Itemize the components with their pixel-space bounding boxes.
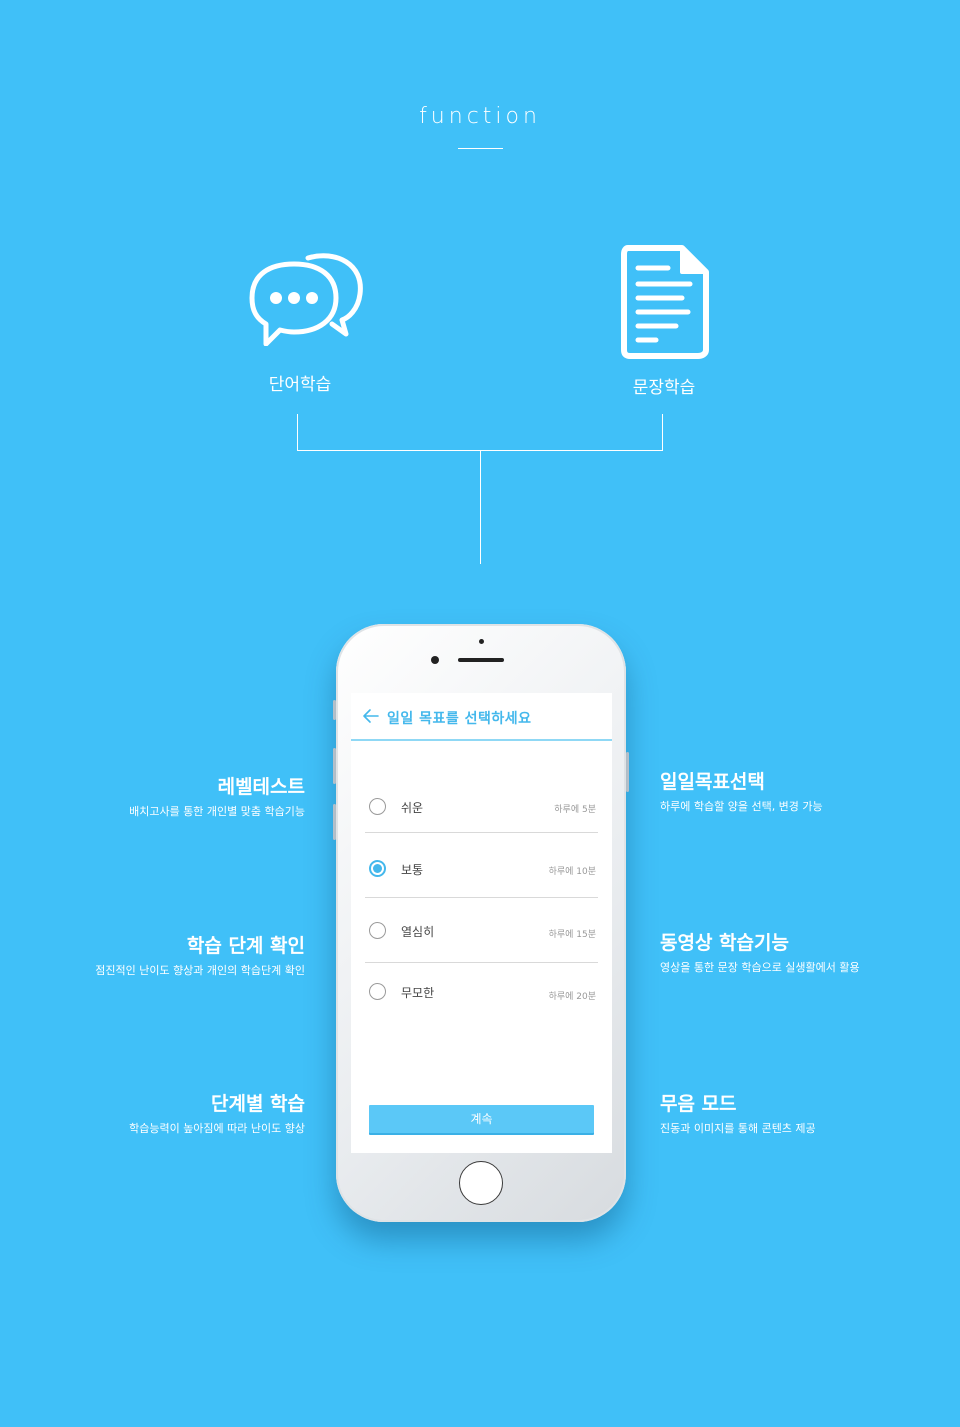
connector-line-vertical — [480, 450, 481, 564]
feature-desc: 영상을 통한 문장 학습으로 실생활에서 활용 — [660, 961, 860, 974]
feature-title: 무음 모드 — [660, 1093, 737, 1115]
radio-button[interactable] — [369, 983, 386, 1000]
feature-title: 단계별 학습 — [210, 1093, 305, 1115]
option-label: 보통 — [401, 863, 424, 877]
feature-title: 레벨테스트 — [217, 776, 305, 798]
feature-label-word-study: 단어학습 — [268, 375, 332, 395]
connector-line-left — [297, 414, 298, 450]
feature-daily-goal: 일일목표선택 하루에 학습할 양을 선택, 변경 가능 — [660, 767, 960, 814]
feature-desc: 점진적인 난이도 향상과 개인의 학습단계 확인 — [95, 964, 305, 977]
radio-button[interactable] — [369, 922, 386, 939]
radio-button[interactable] — [369, 798, 386, 815]
goal-option-hard[interactable]: 열심히 하루에 15분 — [365, 897, 598, 963]
feature-silent-mode: 무음 모드 진동과 이미지를 통해 콘텐츠 제공 — [660, 1089, 960, 1136]
phone-sensor — [479, 639, 484, 644]
option-time: 하루에 15분 — [548, 930, 596, 940]
feature-level-test: 레벨테스트 배치고사를 통한 개인별 맞춤 학습기능 — [5, 772, 305, 819]
radio-button-selected[interactable] — [369, 860, 386, 877]
continue-button[interactable]: 계속 — [369, 1105, 594, 1133]
back-arrow-icon[interactable] — [362, 707, 380, 725]
feature-title: 일일목표선택 — [660, 771, 765, 793]
feature-title: 학습 단계 확인 — [186, 935, 305, 957]
option-label: 열심히 — [401, 925, 435, 939]
feature-label-sentence-study: 문장학습 — [632, 378, 696, 398]
chat-bubbles-icon — [249, 253, 363, 346]
feature-desc: 배치고사를 통한 개인별 맞춤 학습기능 — [129, 805, 305, 818]
goal-option-reckless[interactable]: 무모한 하루에 20분 — [365, 962, 598, 1024]
phone-camera — [431, 656, 439, 664]
feature-step-check: 학습 단계 확인 점진적인 난이도 향상과 개인의 학습단계 확인 — [5, 931, 305, 978]
connector-line-right — [662, 414, 663, 450]
option-time: 하루에 20분 — [548, 992, 596, 1002]
goal-option-easy[interactable]: 쉬운 하루에 5분 — [365, 770, 598, 833]
phone-home-button[interactable] — [459, 1161, 503, 1205]
screen-title: 일일 목표를 선택하세요 — [387, 711, 532, 727]
document-icon — [621, 245, 709, 359]
app-header: 일일 목표를 선택하세요 — [351, 693, 612, 741]
option-label: 쉬운 — [401, 801, 424, 815]
feature-video-learning: 동영상 학습기능 영상을 통한 문장 학습으로 실생활에서 활용 — [660, 928, 960, 975]
feature-desc: 진동과 이미지를 통해 콘텐츠 제공 — [660, 1122, 816, 1135]
phone-screen: 일일 목표를 선택하세요 쉬운 하루에 5분 보통 하루에 10분 열심히 하루… — [351, 693, 612, 1153]
title-underline — [458, 148, 503, 149]
option-time: 하루에 5분 — [554, 805, 596, 815]
feature-desc: 학습능력이 높아짐에 따라 난이도 향상 — [129, 1122, 305, 1135]
goal-option-normal[interactable]: 보통 하루에 10분 — [365, 832, 598, 898]
feature-title: 동영상 학습기능 — [660, 932, 789, 954]
feature-step-learning: 단계별 학습 학습능력이 높아짐에 따라 난이도 향상 — [5, 1089, 305, 1136]
feature-desc: 하루에 학습할 양을 선택, 변경 가능 — [660, 800, 823, 813]
phone-speaker — [458, 658, 504, 662]
section-title: function — [419, 104, 541, 129]
option-label: 무모한 — [401, 986, 435, 1000]
phone-power-button — [626, 752, 629, 792]
option-time: 하루에 10분 — [548, 867, 596, 877]
